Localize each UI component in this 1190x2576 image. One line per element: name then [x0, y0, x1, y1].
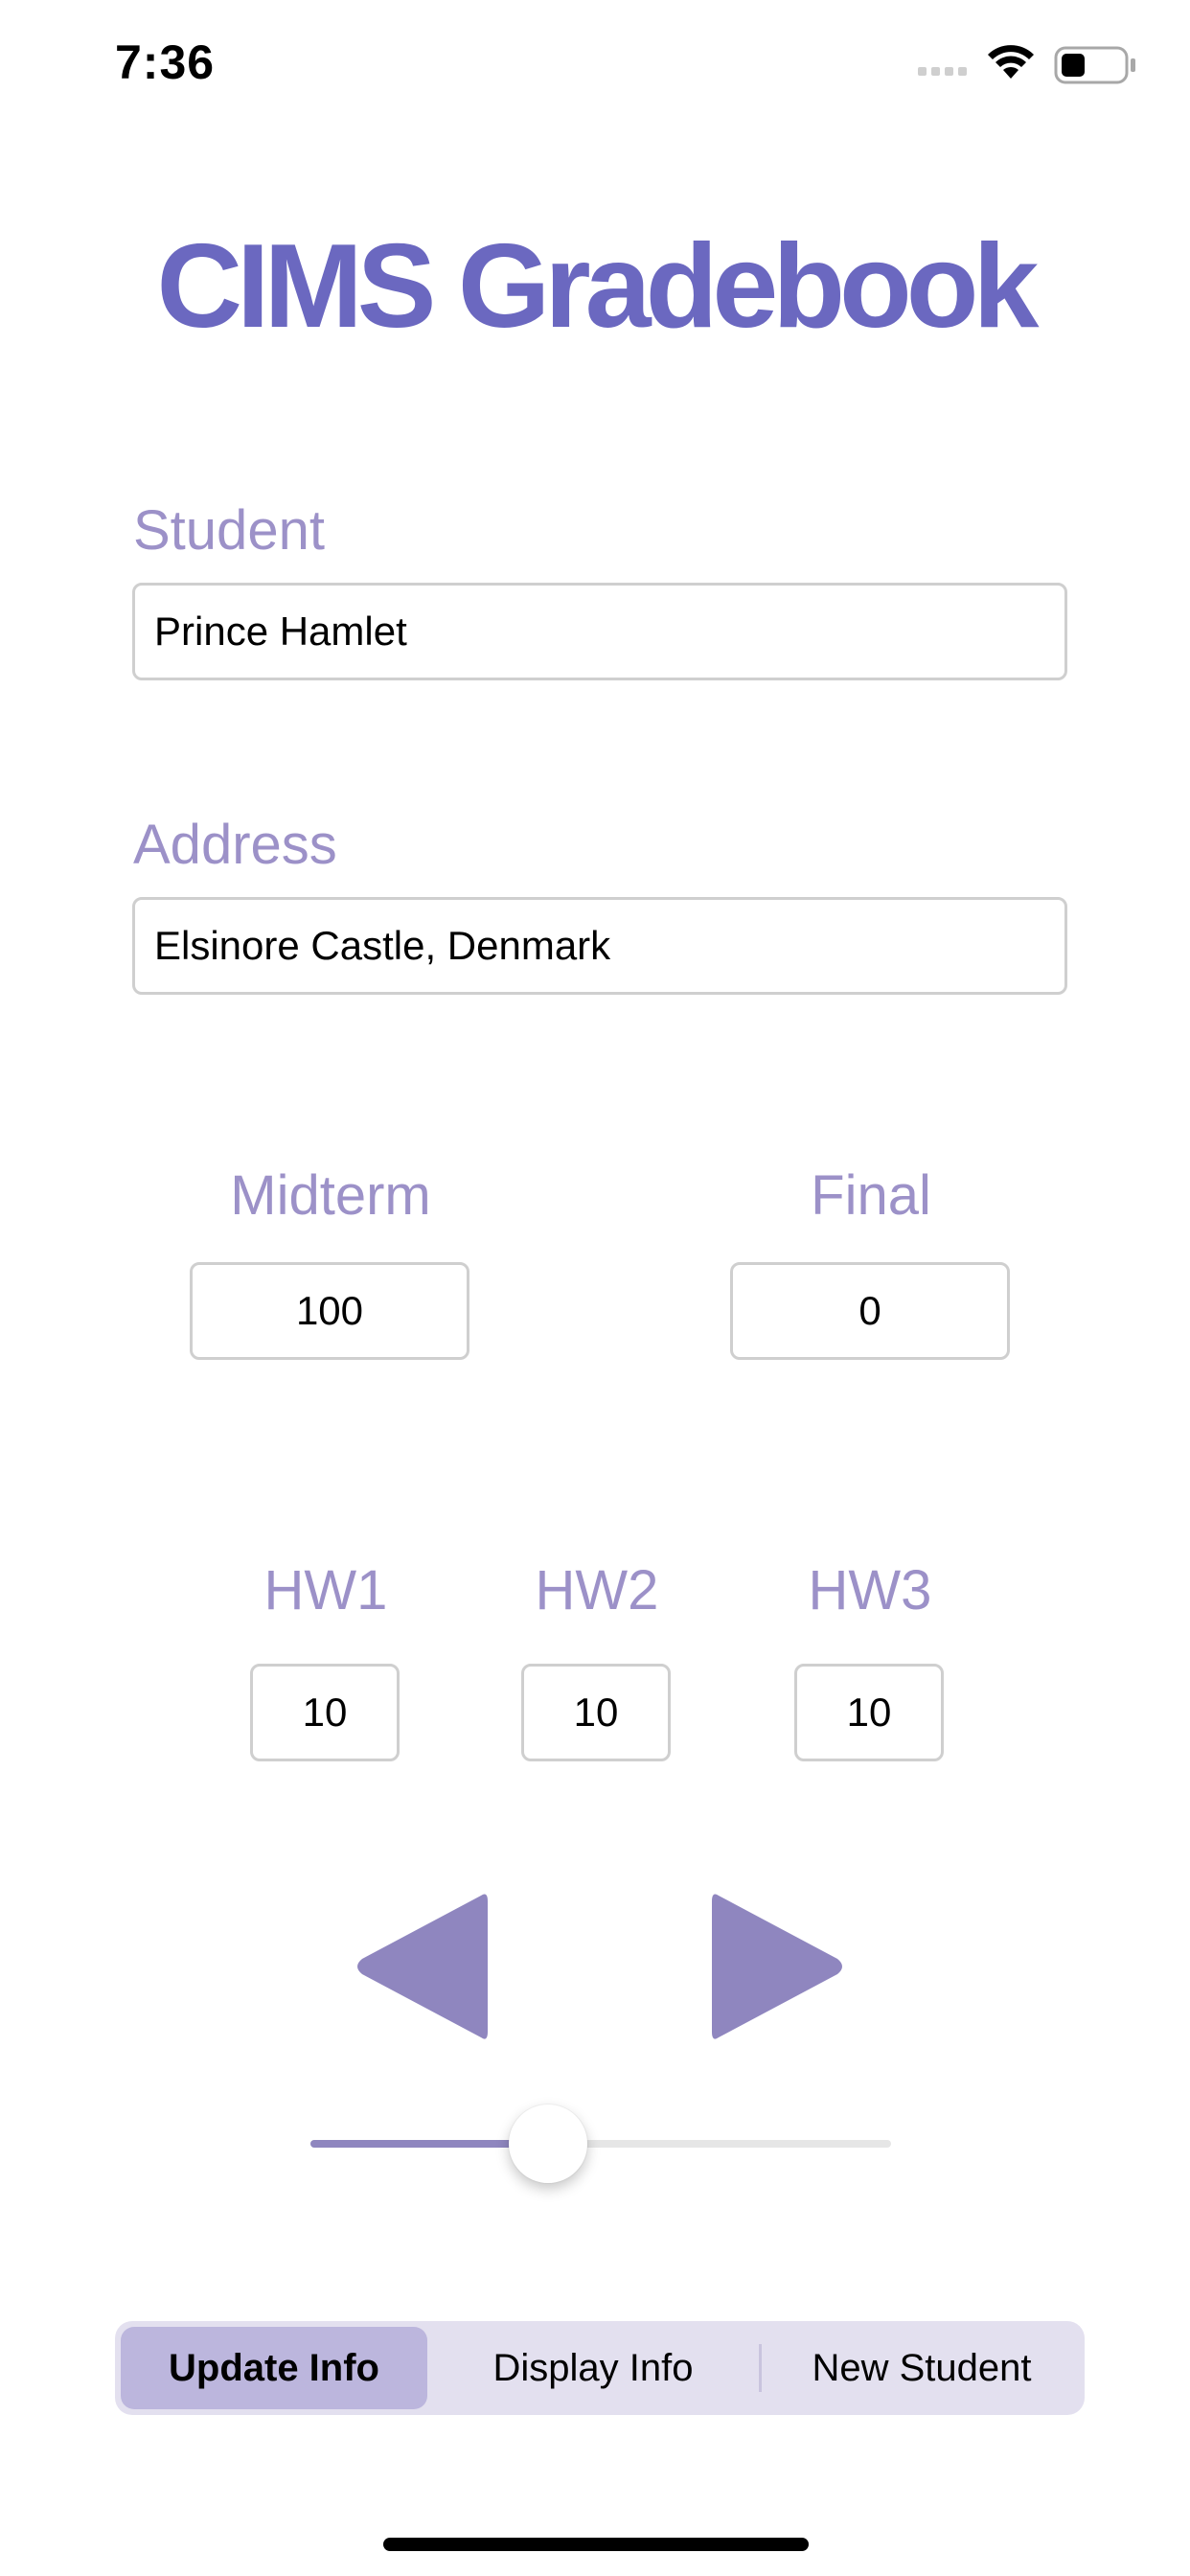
- hw2-label: HW2: [535, 1559, 659, 1622]
- hw2-field[interactable]: 10: [521, 1664, 671, 1761]
- student-label: Student: [133, 499, 325, 562]
- segment-display-info[interactable]: Display Info: [433, 2327, 753, 2409]
- student-field[interactable]: Prince Hamlet: [132, 583, 1067, 680]
- triangle-right-icon: [712, 1894, 842, 2039]
- battery-icon: [1054, 46, 1138, 89]
- segmented-control: Update Info Display Info New Student: [115, 2321, 1085, 2415]
- triangle-left-icon: [357, 1894, 488, 2039]
- segment-new-student[interactable]: New Student: [765, 2327, 1079, 2409]
- address-field[interactable]: Elsinore Castle, Denmark: [132, 897, 1067, 995]
- hw3-field[interactable]: 10: [794, 1664, 944, 1761]
- wifi-icon: [987, 44, 1035, 85]
- cellular-signal-icon: [918, 67, 967, 76]
- app-title: CIMS Gradebook: [156, 220, 1039, 353]
- hw1-label: HW1: [263, 1559, 388, 1622]
- midterm-label: Midterm: [230, 1164, 431, 1227]
- hw1-field[interactable]: 10: [250, 1664, 400, 1761]
- final-field[interactable]: 0: [730, 1262, 1010, 1360]
- address-label: Address: [133, 814, 337, 876]
- status-time: 7:36: [115, 35, 216, 89]
- next-button[interactable]: [707, 1888, 851, 2050]
- hw3-label: HW3: [808, 1559, 932, 1622]
- previous-button[interactable]: [349, 1888, 492, 2050]
- segment-update-info[interactable]: Update Info: [121, 2327, 427, 2409]
- slider-thumb[interactable]: [509, 2104, 588, 2183]
- home-indicator: [383, 2538, 809, 2551]
- segment-divider: [759, 2344, 762, 2392]
- midterm-field[interactable]: 100: [190, 1262, 469, 1360]
- final-label: Final: [811, 1164, 931, 1227]
